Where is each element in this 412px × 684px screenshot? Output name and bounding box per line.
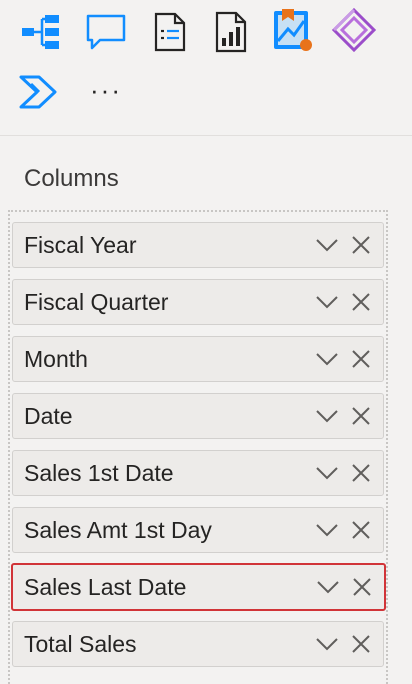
metrics-icon[interactable] — [268, 6, 316, 54]
power-apps-icon[interactable] — [330, 6, 378, 54]
chevron-down-icon[interactable] — [313, 288, 341, 316]
field-label: Sales Amt 1st Day — [24, 516, 212, 543]
chevron-down-icon[interactable] — [313, 231, 341, 259]
close-icon[interactable] — [347, 402, 375, 430]
field-pill-sales-last-date[interactable]: Sales Last Date — [11, 563, 386, 611]
chevron-down-icon[interactable] — [313, 630, 341, 658]
field-label: Date — [24, 402, 73, 429]
chevron-down-icon[interactable] — [313, 402, 341, 430]
field-label: Fiscal Quarter — [24, 288, 169, 315]
chevron-down-icon[interactable] — [313, 459, 341, 487]
close-icon[interactable] — [347, 516, 375, 544]
power-automate-icon[interactable] — [16, 68, 64, 116]
visualizations-toolbar: ··· — [0, 0, 412, 135]
more-options-icon[interactable]: ··· — [82, 66, 130, 114]
paginated-report-icon[interactable] — [146, 8, 194, 56]
comment-icon[interactable] — [82, 8, 130, 56]
field-pill-month[interactable]: Month — [12, 336, 384, 382]
field-label: Sales Last Date — [24, 573, 187, 600]
field-label: Sales 1st Date — [24, 459, 174, 486]
toolbar-divider — [0, 135, 412, 136]
field-pill-total-sales[interactable]: Total Sales — [12, 621, 384, 667]
field-pill-date[interactable]: Date — [12, 393, 384, 439]
chevron-down-icon[interactable] — [314, 573, 342, 601]
field-pill-fiscal-year[interactable]: Fiscal Year — [12, 222, 384, 268]
field-label: Fiscal Year — [24, 231, 137, 258]
columns-section-title: Columns — [24, 165, 119, 192]
field-pill-sales-amt-1st-day[interactable]: Sales Amt 1st Day — [12, 507, 384, 553]
close-icon[interactable] — [347, 288, 375, 316]
report-chart-icon[interactable] — [208, 8, 256, 56]
field-label: Month — [24, 345, 88, 372]
close-icon[interactable] — [347, 459, 375, 487]
more-options-label: ··· — [90, 74, 122, 105]
field-label: Total Sales — [24, 630, 137, 657]
field-pill-fiscal-quarter[interactable]: Fiscal Quarter — [12, 279, 384, 325]
chevron-down-icon[interactable] — [313, 516, 341, 544]
close-icon[interactable] — [347, 345, 375, 373]
decomposition-tree-icon[interactable] — [18, 8, 66, 56]
close-icon[interactable] — [347, 630, 375, 658]
field-pill-sales-1st-date[interactable]: Sales 1st Date — [12, 450, 384, 496]
close-icon[interactable] — [348, 573, 376, 601]
close-icon[interactable] — [347, 231, 375, 259]
chevron-down-icon[interactable] — [313, 345, 341, 373]
